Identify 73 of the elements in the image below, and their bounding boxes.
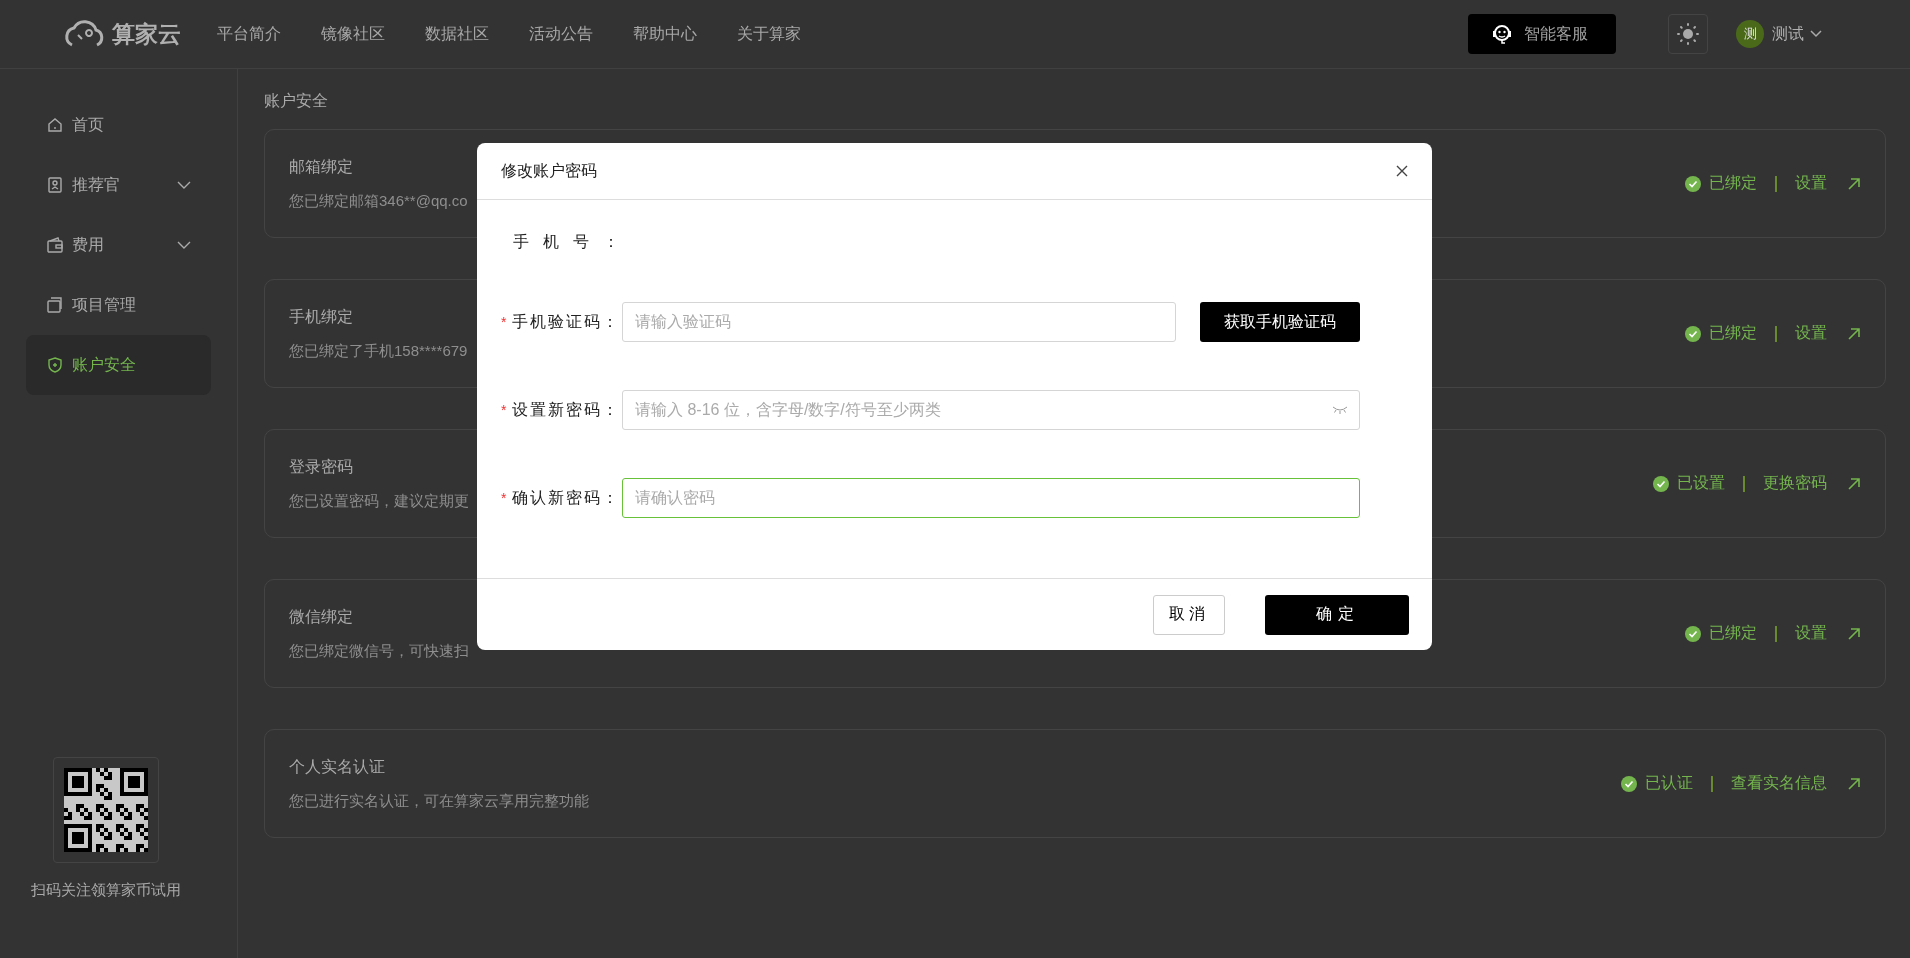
status-text: 已设置 (1677, 473, 1725, 493)
dialog-title: 修改账户密码 (501, 160, 597, 181)
required-mark: * (501, 490, 509, 506)
card-description: 您已设置密码，建议定期更 (289, 491, 469, 511)
check-circle-icon (1685, 625, 1701, 642)
check-circle-icon (1653, 475, 1669, 492)
check-circle-icon (1621, 775, 1637, 792)
field-label: 手机号： (513, 231, 633, 252)
arrow-up-right-icon[interactable] (1847, 176, 1861, 191)
qr-caption: 扫码关注领算家币试用 (29, 881, 182, 900)
folders-icon (46, 296, 64, 314)
required-mark: * (501, 314, 509, 330)
home-icon (46, 116, 64, 134)
sidebar-item[interactable]: 项目管理 (26, 275, 211, 335)
confirm-button[interactable]: 确定 (1265, 594, 1409, 635)
nav-link[interactable]: 帮助中心 (633, 23, 697, 45)
chevron-down-icon[interactable] (1810, 30, 1822, 38)
card-description: 您已绑定微信号，可快速扫 (289, 641, 469, 661)
check-circle-icon (1685, 325, 1701, 342)
wallet-icon (46, 236, 64, 254)
nav-link[interactable]: 镜像社区 (321, 23, 385, 45)
sun-icon (1677, 23, 1699, 45)
chevron-down-icon (177, 181, 191, 189)
card-description: 您已绑定了手机158****679 (289, 341, 468, 361)
get-code-button[interactable]: 获取手机验证码 (1200, 302, 1360, 342)
card-description: 您已绑定邮箱346**@qq.co (289, 191, 468, 211)
support-button[interactable]: 智能客服 (1468, 14, 1616, 54)
cancel-button[interactable]: 取消 (1153, 594, 1225, 635)
card-title: 登录密码 (289, 456, 353, 477)
sidebar-item[interactable]: 推荐官 (26, 155, 211, 215)
action-link[interactable]: 更换密码 (1763, 473, 1827, 494)
nav-link[interactable]: 活动公告 (529, 23, 593, 45)
check-circle-icon (1685, 175, 1701, 192)
nav-link[interactable]: 数据社区 (425, 23, 489, 45)
arrow-up-right-icon[interactable] (1847, 626, 1861, 641)
logo-text[interactable]: 算家云 (112, 18, 181, 50)
field-label: 设置新密码： (512, 399, 621, 420)
arrow-up-right-icon[interactable] (1847, 776, 1861, 791)
action-link[interactable]: 设置 (1795, 623, 1827, 644)
nav-link[interactable]: 关于算家 (737, 23, 801, 45)
input-field[interactable]: 请输入验证码 (622, 302, 1176, 342)
id-card-icon (46, 176, 64, 194)
card-title: 个人实名认证 (289, 756, 385, 777)
input-field[interactable]: 请输入 8-16 位，含字母/数字/符号至少两类 (622, 390, 1360, 430)
status-text: 已绑定 (1709, 173, 1757, 193)
shield-icon (46, 356, 64, 374)
user-name[interactable]: 测试 (1772, 23, 1804, 45)
nav-link[interactable]: 平台简介 (217, 23, 281, 45)
sidebar-item[interactable]: 费用 (26, 215, 211, 275)
status-text: 已绑定 (1709, 323, 1757, 343)
chevron-down-icon (177, 241, 191, 249)
status-text: 已认证 (1645, 773, 1693, 793)
page-title: 账户安全 (264, 91, 329, 111)
arrow-up-right-icon[interactable] (1847, 326, 1861, 341)
action-link[interactable]: 设置 (1795, 323, 1827, 344)
card-title: 手机绑定 (289, 306, 353, 327)
required-mark: * (501, 402, 509, 418)
action-link[interactable]: 查看实名信息 (1731, 773, 1827, 794)
headset-icon (1492, 23, 1512, 45)
sidebar-item[interactable]: 首页 (26, 95, 211, 155)
input-field[interactable]: 请确认密码 (622, 478, 1360, 518)
card-title: 微信绑定 (289, 606, 353, 627)
sidebar-item[interactable]: 账户安全 (26, 335, 211, 395)
action-link[interactable]: 设置 (1795, 173, 1827, 194)
card-title: 邮箱绑定 (289, 156, 353, 177)
card-description: 您已进行实名认证，可在算家云享用完整功能 (289, 791, 589, 811)
arrow-up-right-icon[interactable] (1847, 476, 1861, 491)
close-icon[interactable] (1396, 165, 1408, 177)
field-label: 手机验证码： (512, 311, 621, 332)
status-text: 已绑定 (1709, 623, 1757, 643)
user-avatar[interactable]: 测 (1736, 20, 1764, 48)
field-label: 确认新密码： (512, 487, 621, 508)
theme-toggle[interactable] (1668, 14, 1708, 54)
